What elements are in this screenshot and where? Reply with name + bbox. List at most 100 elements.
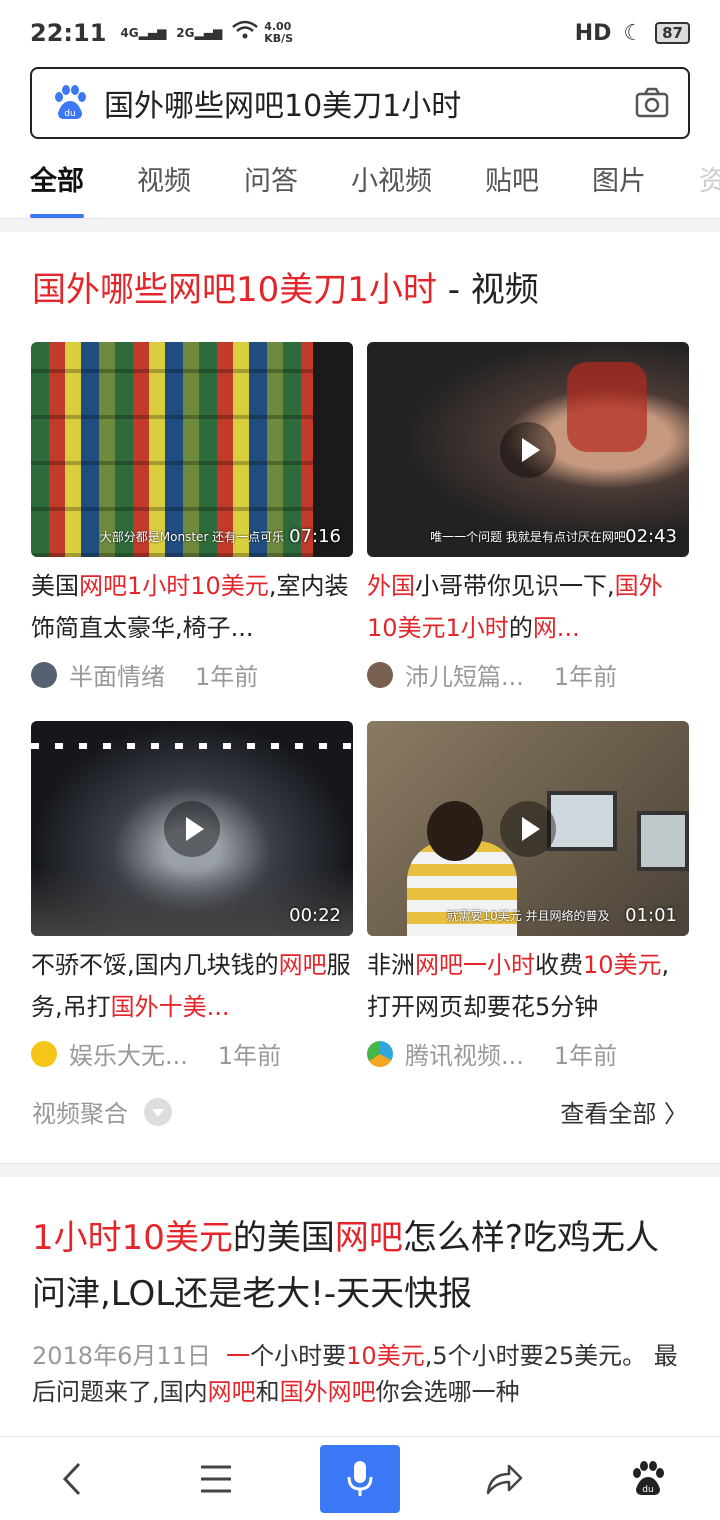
video-section-title[interactable]: 国外哪些网吧10美刀1小时 - 视频	[32, 262, 539, 311]
tab-video[interactable]: 视频	[137, 150, 191, 218]
voice-search-button[interactable]	[320, 1444, 400, 1513]
video-duration: 07:16	[289, 526, 341, 547]
title-part: 网吧一小时	[415, 951, 535, 979]
snippet-part: 和	[255, 1378, 280, 1406]
camera-icon[interactable]	[634, 85, 670, 121]
section-divider	[0, 218, 720, 232]
play-icon	[164, 800, 220, 857]
title-part: 10美元	[583, 951, 662, 979]
status-time: 22:11	[30, 19, 107, 47]
baidu-home-icon: du	[633, 1460, 664, 1495]
dropdown-icon[interactable]	[144, 1097, 172, 1126]
tab-all[interactable]: 全部	[30, 150, 84, 218]
hd-badge: HD	[574, 20, 612, 46]
video-card[interactable]: 大部分都是Monster 还有一点可乐 07:16 美国网吧1小时10美元,室内…	[31, 342, 353, 692]
video-card[interactable]: 就需要10美元 并且网络的普及 01:01 非洲网吧一小时收费10美元,打开网页…	[367, 721, 689, 1071]
video-time: 1年前	[553, 1042, 618, 1070]
tab-images[interactable]: 图片	[592, 150, 646, 218]
video-meta: 沛儿短篇... 1年前	[367, 657, 689, 692]
title-part: 国外十美...	[110, 993, 230, 1021]
video-card-title[interactable]: 外国小哥带你见识一下,国外10美元1小时的网...	[367, 565, 689, 649]
snippet-part: 一	[226, 1342, 251, 1370]
video-thumbnail[interactable]: 就需要10美元 并且网络的普及 01:01	[367, 721, 689, 936]
section-divider	[0, 1163, 720, 1177]
snippet-part: 10美元	[346, 1342, 425, 1370]
tab-info[interactable]: 资	[699, 150, 720, 218]
net-speed-unit: KB/S	[264, 32, 294, 45]
play-icon	[500, 800, 556, 857]
video-meta: 半面情绪 1年前	[31, 657, 353, 692]
video-card-title[interactable]: 美国网吧1小时10美元,室内装饰简直太豪华,椅子...	[31, 565, 353, 649]
menu-button[interactable]	[176, 1445, 256, 1513]
share-button[interactable]	[464, 1445, 544, 1513]
title-part: 网吧	[278, 951, 327, 979]
aggregate-label: 视频聚合	[32, 1100, 128, 1128]
video-time: 1年前	[217, 1042, 282, 1070]
tencent-video-icon	[367, 1040, 393, 1067]
view-all-link[interactable]: 查看全部 〉	[560, 1094, 688, 1129]
video-card[interactable]: 唯一一个问题 我就是有点讨厌在网吧 02:43 外国小哥带你见识一下,国外10美…	[367, 342, 689, 692]
signal-2g: 2G▂▄▆	[176, 26, 223, 40]
video-thumbnail[interactable]: 大部分都是Monster 还有一点可乐 07:16	[31, 342, 353, 557]
title-part: 小哥带你见识一下,	[415, 572, 615, 600]
video-author: 沛儿短篇...	[405, 663, 524, 691]
avatar	[367, 661, 393, 688]
title-part: 的美国	[232, 1218, 335, 1258]
tab-qa[interactable]: 问答	[244, 150, 298, 218]
video-time: 1年前	[195, 663, 259, 691]
back-button[interactable]	[32, 1445, 112, 1513]
title-part: 收费	[535, 951, 583, 979]
title-part: 网吧	[334, 1218, 403, 1258]
net-speed: 4.00 KB/S	[264, 21, 293, 45]
avatar	[31, 661, 57, 688]
video-aggregate-row: 视频聚合 查看全部 〉	[32, 1094, 688, 1129]
video-meta: 腾讯视频... 1年前	[367, 1036, 689, 1071]
title-part: 1小时10美元	[32, 1218, 233, 1258]
svg-text:du: du	[642, 1485, 653, 1495]
baidu-paw-icon[interactable]: du	[50, 83, 90, 123]
wifi-icon	[232, 20, 258, 46]
snippet-part: 你会选哪一种	[375, 1378, 520, 1406]
snippet-part: 国外网吧	[279, 1378, 376, 1406]
title-part: 美国	[31, 572, 79, 600]
share-icon	[486, 1464, 523, 1494]
search-tabs: 全部 视频 问答 小视频 贴吧 图片 资	[0, 150, 720, 218]
title-part: 不骄不馁,国内几块钱的	[31, 951, 279, 979]
video-title-highlight: 国外哪些网吧10美刀1小时	[32, 270, 437, 310]
video-thumbnail[interactable]: 00:22	[31, 721, 353, 936]
bottom-nav: du	[0, 1436, 720, 1520]
title-part: 网...	[532, 614, 580, 642]
mic-icon	[347, 1460, 373, 1496]
svg-text:du: du	[64, 109, 75, 119]
signal-4g: 4G▂▄▆	[120, 26, 167, 40]
video-card-title[interactable]: 非洲网吧一小时收费10美元,打开网页却要花5分钟	[367, 944, 689, 1028]
video-author: 腾讯视频...	[405, 1042, 524, 1070]
search-input[interactable]: 国外哪些网吧10美刀1小时	[104, 81, 634, 125]
video-card-title[interactable]: 不骄不馁,国内几块钱的网吧服务,吊打国外十美...	[31, 944, 353, 1028]
moon-icon: ☾	[623, 20, 644, 46]
video-meta: 娱乐大无... 1年前	[31, 1036, 353, 1071]
video-thumbnail[interactable]: 唯一一个问题 我就是有点讨厌在网吧 02:43	[367, 342, 689, 557]
snippet-part: 个小时要	[250, 1342, 347, 1370]
tab-short-video[interactable]: 小视频	[351, 150, 432, 218]
title-part: 非洲	[367, 951, 415, 979]
baidu-home-button[interactable]: du	[608, 1445, 688, 1513]
video-author: 半面情绪	[69, 663, 165, 691]
video-author: 娱乐大无...	[69, 1042, 188, 1070]
battery-indicator: 87	[655, 22, 690, 44]
back-icon	[62, 1462, 81, 1495]
result-snippet: 2018年6月11日 一个小时要10美元,5个小时要25美元。 最后问题来了,国…	[32, 1338, 688, 1410]
video-title-suffix: - 视频	[436, 270, 539, 310]
video-duration: 00:22	[289, 905, 341, 926]
result-date: 2018年6月11日	[32, 1342, 211, 1370]
result-title[interactable]: 1小时10美元的美国网吧怎么样?吃鸡无人问津,LOL还是老大!-天天快报	[32, 1210, 688, 1322]
search-box[interactable]: du 国外哪些网吧10美刀1小时	[30, 67, 690, 139]
video-duration: 02:43	[625, 526, 677, 547]
title-part: 外国	[367, 572, 415, 600]
play-icon	[500, 421, 556, 478]
status-right: HD ☾ 87	[575, 21, 690, 46]
tab-tieba[interactable]: 贴吧	[485, 150, 539, 218]
video-card[interactable]: 00:22 不骄不馁,国内几块钱的网吧服务,吊打国外十美... 娱乐大无... …	[31, 721, 353, 1071]
title-part: 的	[508, 614, 533, 642]
video-duration: 01:01	[625, 905, 677, 926]
